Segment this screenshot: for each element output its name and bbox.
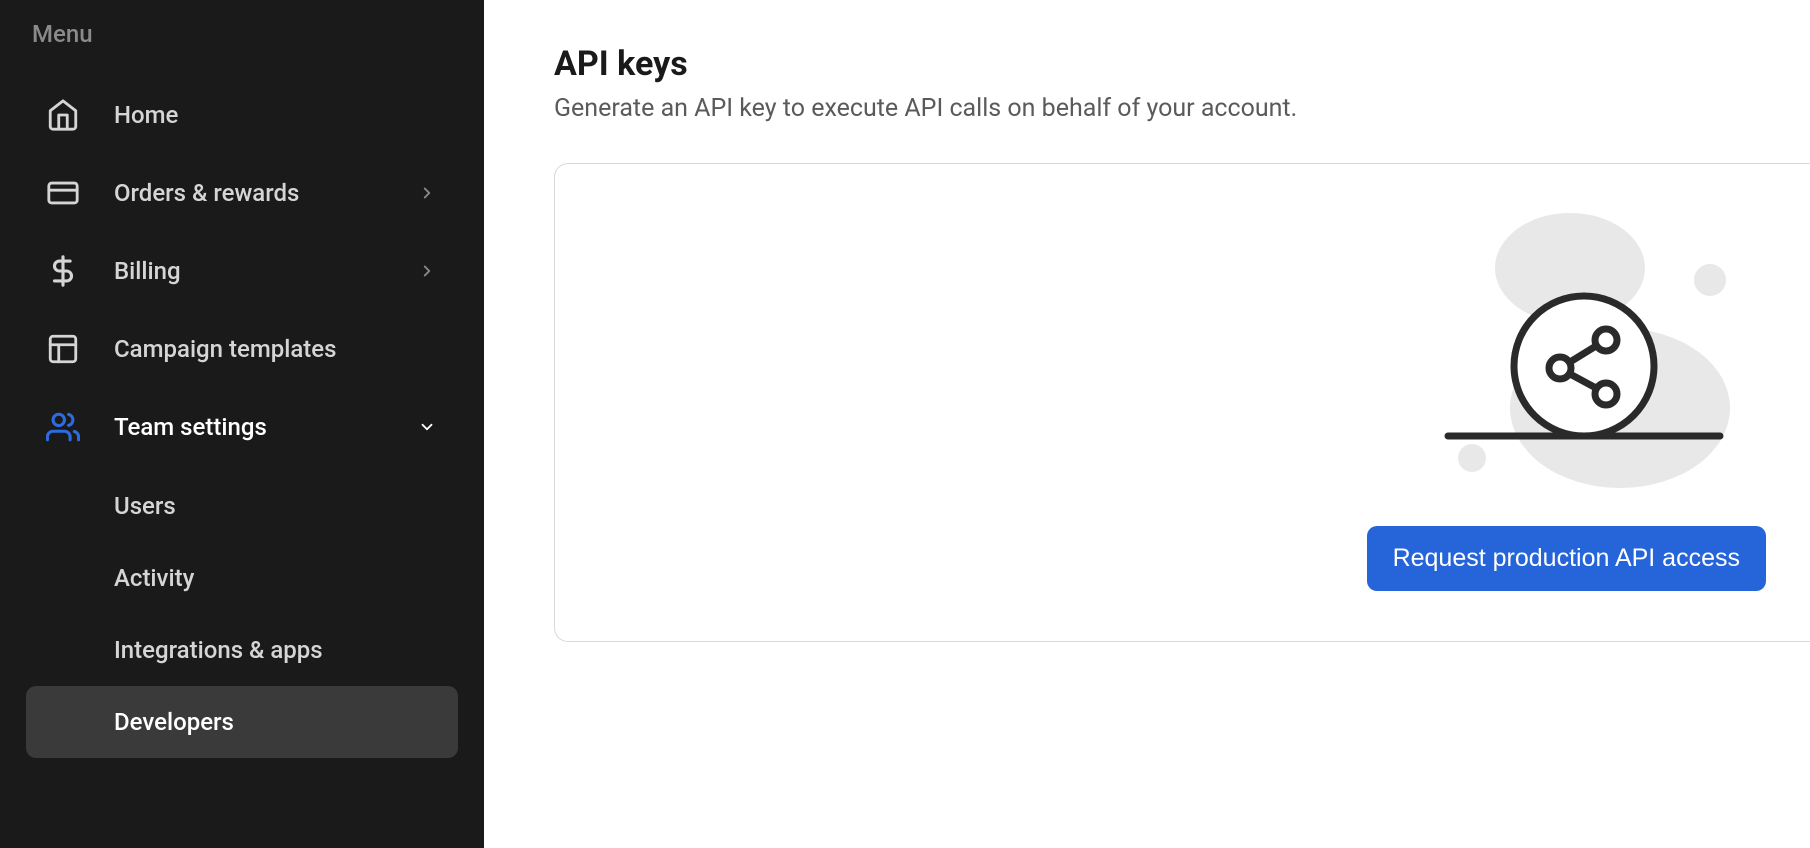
sidebar: Menu Home Orders & rewards bbox=[0, 0, 484, 848]
page-subtitle: Generate an API key to execute API calls… bbox=[554, 94, 1810, 123]
card-icon bbox=[46, 176, 80, 210]
chevron-right-icon bbox=[416, 182, 438, 204]
home-icon bbox=[46, 98, 80, 132]
sidebar-item-campaign-templates[interactable]: Campaign templates bbox=[26, 310, 458, 388]
chevron-right-icon bbox=[416, 260, 438, 282]
sidebar-item-label: Campaign templates bbox=[114, 335, 438, 363]
sub-nav: Users Activity Integrations & apps Devel… bbox=[26, 470, 458, 758]
sidebar-subitem-label: Activity bbox=[114, 564, 194, 592]
share-illustration bbox=[1420, 208, 1740, 488]
sidebar-item-label: Orders & rewards bbox=[114, 179, 416, 207]
sidebar-subitem-label: Users bbox=[114, 492, 176, 520]
sidebar-subitem-integrations[interactable]: Integrations & apps bbox=[26, 614, 458, 686]
api-key-card: Request production API access bbox=[554, 163, 1810, 642]
request-api-access-button[interactable]: Request production API access bbox=[1367, 526, 1766, 591]
sidebar-subitem-activity[interactable]: Activity bbox=[26, 542, 458, 614]
sidebar-item-label: Home bbox=[114, 101, 438, 129]
sidebar-item-label: Team settings bbox=[114, 413, 416, 441]
dollar-icon bbox=[46, 254, 80, 288]
menu-label: Menu bbox=[26, 20, 458, 48]
chevron-down-icon bbox=[416, 416, 438, 438]
sidebar-subitem-label: Developers bbox=[114, 708, 234, 736]
main-nav: Home Orders & rewards bbox=[26, 76, 458, 758]
sidebar-item-orders[interactable]: Orders & rewards bbox=[26, 154, 458, 232]
sidebar-subitem-users[interactable]: Users bbox=[26, 470, 458, 542]
sidebar-item-billing[interactable]: Billing bbox=[26, 232, 458, 310]
layout-icon bbox=[46, 332, 80, 366]
page-title: API keys bbox=[554, 44, 1810, 84]
sidebar-subitem-label: Integrations & apps bbox=[114, 636, 323, 664]
sidebar-item-home[interactable]: Home bbox=[26, 76, 458, 154]
sidebar-item-label: Billing bbox=[114, 257, 416, 285]
users-icon bbox=[46, 410, 80, 444]
sidebar-item-team-settings[interactable]: Team settings bbox=[26, 388, 458, 466]
main-content: API keys Generate an API key to execute … bbox=[484, 0, 1810, 848]
sidebar-subitem-developers[interactable]: Developers bbox=[26, 686, 458, 758]
